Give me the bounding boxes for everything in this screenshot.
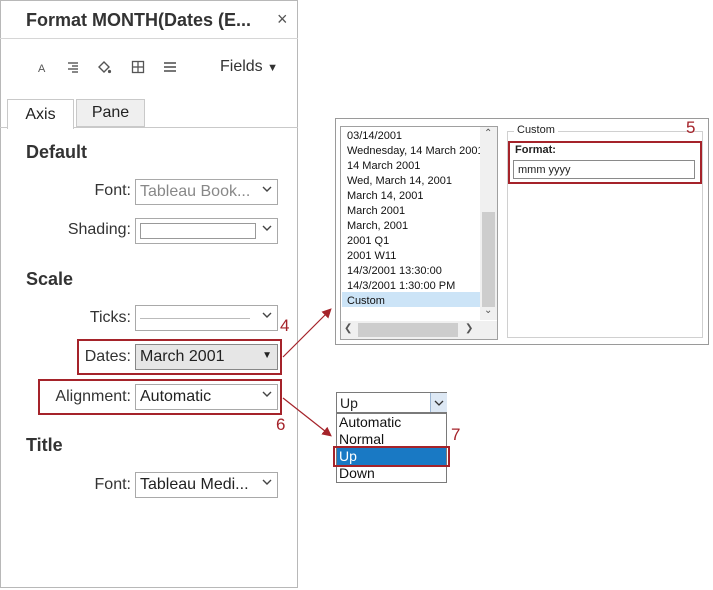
list-item[interactable]: March, 2001 (347, 220, 408, 232)
custom-format-input[interactable]: mmm yyyy (513, 160, 695, 179)
tab-axis[interactable]: Axis (7, 99, 74, 129)
option-automatic[interactable]: Automatic (339, 414, 401, 430)
option-down[interactable]: Down (339, 465, 375, 481)
callout-number-7: 7 (451, 425, 461, 444)
option-normal[interactable]: Normal (339, 431, 384, 447)
vertical-scroll-thumb[interactable] (482, 212, 495, 307)
list-item[interactable]: 14 March 2001 (347, 160, 420, 172)
scroll-left-icon[interactable]: ❮ (344, 323, 352, 334)
list-item[interactable]: Wed, March 14, 2001 (347, 175, 452, 187)
list-item[interactable]: 2001 W11 (347, 250, 396, 262)
horizontal-scroll-thumb[interactable] (358, 323, 458, 337)
chevron-down-icon[interactable] (430, 393, 447, 412)
list-item[interactable]: Wednesday, 14 March 2001 (347, 145, 484, 157)
callout-number-5: 5 (686, 118, 696, 137)
callout-box-up (333, 446, 450, 467)
list-item[interactable]: March 2001 (347, 205, 405, 217)
date-format-list[interactable]: 03/14/2001 Wednesday, 14 March 2001 14 M… (340, 126, 498, 340)
list-item[interactable]: 14/3/2001 1:30:00 PM (347, 280, 455, 292)
list-item[interactable]: March 14, 2001 (347, 190, 423, 202)
format-label: Format: (515, 144, 556, 156)
list-item[interactable]: 03/14/2001 (347, 130, 402, 142)
list-item[interactable]: 14/3/2001 13:30:00 (347, 265, 442, 277)
scroll-right-icon[interactable]: ❯ (465, 323, 473, 334)
arrow-to-alignment-popup (282, 397, 332, 437)
scroll-up-icon[interactable]: ⌃ (484, 128, 492, 139)
arrow-to-date-dialog (282, 308, 332, 358)
scroll-down-icon[interactable]: ⌄ (484, 305, 492, 316)
list-item-selected[interactable]: Custom (347, 295, 385, 307)
list-item[interactable]: 2001 Q1 (347, 235, 389, 247)
custom-group-title: Custom (514, 124, 558, 136)
